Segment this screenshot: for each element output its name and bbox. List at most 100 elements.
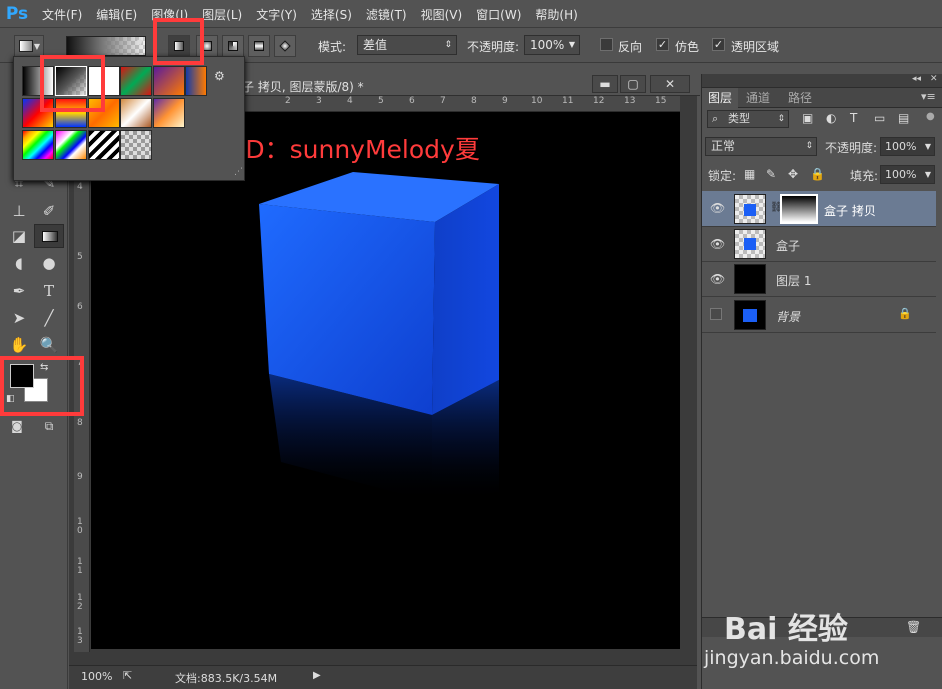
search-icon: ⌕ (712, 112, 719, 125)
filter-smart-object-icon[interactable]: ▤ (898, 111, 909, 125)
eye-icon[interactable]: 👁 (710, 272, 725, 286)
filter-shape-icon[interactable]: ▭ (874, 111, 885, 125)
layers-panel: ◂◂ ✕ 图层 通道 路径 ▾≡ ⌕ 类型 ⇕ ▣ ◐ T ▭ ▤ ● 正常 ⇕… (701, 74, 942, 689)
tab-layers[interactable]: 图层 (702, 88, 738, 108)
lock-transparent-icon[interactable]: ▦ (744, 167, 755, 181)
tab-paths[interactable]: 路径 (788, 88, 812, 108)
status-menu-arrow-icon[interactable]: ▶ (313, 670, 321, 681)
menu-window[interactable]: 窗口(W) (476, 6, 521, 23)
eraser-tool-icon[interactable]: ◪ (4, 224, 34, 248)
menu-file[interactable]: 文件(F) (42, 6, 82, 23)
zoom-level[interactable]: 100% (81, 670, 112, 683)
gear-icon[interactable]: ⚙ (214, 69, 225, 83)
minimize-icon[interactable]: ▬ (592, 75, 618, 93)
menu-layer[interactable]: 图层(L) (202, 6, 242, 23)
mode-dropdown[interactable]: 差值 ⇕ (357, 35, 457, 55)
layer-name[interactable]: 盒子 (776, 237, 800, 254)
diamond-gradient-button[interactable] (274, 35, 296, 57)
fill-label: 填充: (850, 169, 879, 183)
quick-mask-icon[interactable]: ◙ (2, 414, 32, 438)
filter-adjustment-icon[interactable]: ◐ (826, 111, 836, 125)
menu-view[interactable]: 视图(V) (421, 6, 463, 23)
angle-gradient-button[interactable] (222, 35, 244, 57)
blend-mode-value: 正常 (711, 139, 736, 153)
menu-select[interactable]: 选择(S) (311, 6, 352, 23)
gradient-swatch-violet-orange[interactable] (153, 66, 185, 96)
trash-icon[interactable]: 🗑 (906, 620, 921, 634)
layer-name[interactable]: 背景 (776, 308, 800, 325)
dither-label: 仿色 (675, 40, 700, 54)
maximize-icon[interactable]: ▢ (620, 75, 646, 93)
menu-edit[interactable]: 编辑(E) (96, 6, 137, 23)
ruler-label: 2 (285, 96, 291, 106)
eye-icon[interactable]: 👁 (710, 237, 725, 251)
layer-row-layer-1[interactable]: 👁 图层 1 (702, 262, 936, 297)
lock-all-icon[interactable]: 🔒 (810, 167, 825, 181)
status-bar: 100% ⇱ 文档:883.5K/3.54M ▶ (69, 665, 697, 689)
menu-help[interactable]: 帮助(H) (535, 6, 577, 23)
history-brush-tool-icon[interactable]: ✐ (34, 199, 64, 223)
foreground-color-swatch[interactable] (10, 364, 34, 388)
layer-name[interactable]: 盒子 拷贝 (824, 202, 876, 219)
reverse-checkbox[interactable] (600, 38, 613, 51)
gradient-swatch-red-green[interactable] (120, 66, 152, 96)
gradient-swatch-stripes[interactable] (88, 130, 120, 160)
fill-input[interactable]: 100% ▼ (880, 165, 935, 184)
layer-mask-thumbnail[interactable] (780, 194, 818, 224)
tool-preset-picker[interactable]: ▼ (14, 35, 44, 57)
blend-mode-dropdown[interactable]: 正常 ⇕ (705, 137, 817, 156)
screen-mode-icon[interactable]: ⧉ (34, 414, 64, 438)
dodge-tool-icon[interactable]: ● (34, 251, 64, 275)
hand-tool-icon[interactable]: ✋ (4, 333, 34, 357)
close-icon[interactable]: ✕ (650, 75, 690, 93)
document-tab-title[interactable]: 子 拷贝, 图层蒙版/8) * (242, 78, 364, 95)
filter-pixel-icon[interactable]: ▣ (802, 111, 813, 125)
path-selection-tool-icon[interactable]: ➤ (4, 306, 34, 330)
dither-checkbox[interactable]: ✓ (656, 38, 669, 51)
chevron-down-icon: ▼ (924, 170, 931, 179)
tab-channels[interactable]: 通道 (746, 88, 770, 108)
clone-stamp-tool-icon[interactable]: ⊥ (4, 199, 34, 223)
gradient-dropdown-chevron-icon[interactable]: ▼ (137, 38, 143, 47)
collapse-panel-icon[interactable]: ◂◂ (912, 74, 921, 84)
blur-tool-icon[interactable]: ◖ (4, 251, 34, 275)
menu-filter[interactable]: 滤镜(T) (366, 6, 407, 23)
opacity-input[interactable]: 100% ▼ (524, 35, 580, 55)
gradient-swatch-blue-orange[interactable] (185, 66, 207, 96)
layer-thumbnail (734, 194, 766, 224)
close-panel-icon[interactable]: ✕ (930, 74, 938, 84)
line-tool-icon[interactable]: ╱ (34, 306, 64, 330)
transparency-checkbox[interactable]: ✓ (712, 38, 725, 51)
menu-type[interactable]: 文字(Y) (256, 6, 297, 23)
gradient-swatch-spectrum[interactable] (22, 130, 54, 160)
pen-tool-icon[interactable]: ✒ (4, 279, 34, 303)
gradient-swatch-rainbow-transparent[interactable] (55, 130, 87, 160)
eye-icon[interactable]: 👁 (710, 201, 725, 215)
filter-type-icon[interactable]: T (850, 111, 857, 125)
layer-name[interactable]: 图层 1 (776, 272, 811, 289)
gradient-swatch-violet-gold[interactable] (153, 98, 185, 128)
canvas[interactable] (91, 112, 680, 649)
layer-opacity-input[interactable]: 100% ▼ (880, 137, 935, 156)
resize-grip-icon[interactable]: ⋰ (234, 167, 243, 177)
layer-row-background[interactable]: 背景 🔒 (702, 297, 936, 333)
reflected-gradient-button[interactable] (248, 35, 270, 57)
type-tool-icon[interactable]: T (34, 279, 64, 303)
gradient-swatch-transparent[interactable] (120, 130, 152, 160)
layer-row-box-copy[interactable]: 👁 ⛓ 盒子 拷贝 (702, 191, 936, 227)
gradient-swatch-copper[interactable] (120, 98, 152, 128)
filter-toggle-icon[interactable]: ● (926, 111, 935, 122)
highlight-gradient-swatch (40, 55, 105, 112)
lock-pixels-icon[interactable]: ✎ (766, 167, 776, 181)
panel-menu-icon[interactable]: ▾≡ (921, 90, 936, 103)
chevron-updown-icon: ⇕ (444, 40, 452, 50)
layer-row-box[interactable]: 👁 盒子 (702, 227, 936, 262)
visibility-toggle[interactable] (710, 308, 722, 320)
kind-filter-dropdown[interactable]: ⌕ 类型 ⇕ (707, 110, 789, 128)
zoom-tool-icon[interactable]: 🔍 (34, 333, 64, 357)
lock-position-icon[interactable]: ✥ (788, 167, 798, 181)
export-icon[interactable]: ⇱ (123, 669, 132, 682)
gradient-preview[interactable] (66, 36, 146, 56)
layer-thumbnail (734, 264, 766, 294)
gradient-tool-icon[interactable] (34, 224, 64, 248)
